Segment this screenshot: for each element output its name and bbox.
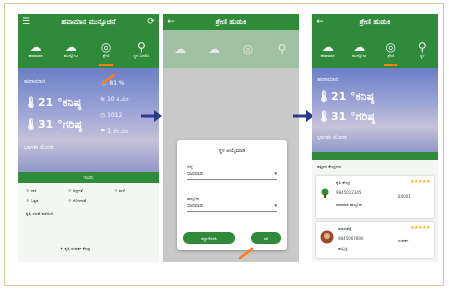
- cloud-icon: ☁: [208, 42, 220, 56]
- phone-screen-weather: ☰ ಹವಾಮಾನ ಮುನ್ಸೂಚನೆ ⟳ ☁ ಹವಾಮಾನ ☁ ಮುನ್ನೋಟ ◎ ಶ…: [18, 14, 159, 262]
- thermometer-icon: 🌡: [317, 90, 331, 103]
- list-item: ☼ ಗೋಚರತೆ: [68, 198, 87, 203]
- list-item: ☼ ಒತ್ತಡ: [26, 198, 39, 203]
- tab-forecast[interactable]: ☁ ಮುನ್ನೋಟ: [344, 30, 376, 68]
- card-sub: ಧಾರವಾಡ ತಾಲ್ಲೂಕು: [336, 202, 363, 207]
- green-divider: [312, 152, 438, 160]
- tab-label: ಸ್ಥಳ: [419, 52, 425, 58]
- phone-screen-range-results: ← ಶ್ರೇಣಿ ಹುಡುಕಿ ☁ ಹವಾಮಾನ ☁ ಮುನ್ನೋಟ ◎ ಶ್ರೇಣಿ…: [312, 14, 438, 262]
- cloud-icon: ☁: [29, 39, 42, 54]
- tab-label: ಶ್ರೇಣಿ: [102, 52, 110, 58]
- tab-label: ಮುನ್ನೋಟ: [63, 52, 79, 58]
- tab-bar: ☁ ಹವಾಮಾನ ☁ ಮುನ್ನೋಟ ◎ ಶ್ರೇಣಿ ⚲ ಸ್ಥಳ: [312, 30, 438, 68]
- cloud-icon: ☁: [64, 39, 77, 54]
- tab-label: ಶ್ರೇಣಿ: [387, 52, 394, 58]
- advice-link[interactable]: ಕೃಷಿ ಸಲಹೆ ಪಡೆಯಿರಿ: [26, 211, 53, 216]
- cloud-icon: ☁: [353, 39, 366, 54]
- app-title: ಹವಾಮಾನ ಮುನ್ಸೂಚನೆ: [61, 17, 116, 26]
- arrow-right-icon: [141, 110, 162, 122]
- arrow-right-icon: [293, 110, 314, 122]
- tab-location[interactable]: ⚲ ಸ್ಥಳ: [407, 30, 439, 68]
- center-card[interactable]: ಕೃಷಿ ಕೇಂದ್ರ 9845012345 ಧಾರವಾಡ ತಾಲ್ಲೂಕು 8…: [316, 176, 434, 218]
- target-icon: ◎: [242, 42, 254, 56]
- dialog-title: ಸ್ಥಳ ಆಯ್ಕೆಮಾಡಿ: [218, 148, 246, 154]
- tab-label: ಹವಾಮಾನ: [320, 52, 335, 58]
- stat-wind: ≋ 10 ಕಿ.ಮೀ: [100, 96, 129, 103]
- rating-stars: ★★★★★: [410, 225, 430, 231]
- temp-min: 🌡21 °ಕನಿಷ್ಠ: [24, 96, 82, 109]
- temp-min: 🌡21 °ಕನಿಷ್ಠ: [317, 90, 375, 103]
- app-header: ← ಶ್ರೇಣಿ ಹುಡುಕಿ: [312, 14, 438, 30]
- tree-icon: [321, 188, 329, 198]
- stat-rain: ☂ 1 ಸೆಂ.ಮೀ: [100, 128, 129, 135]
- target-icon: ◎: [385, 39, 396, 54]
- weather-condition: ಭಾಗಶಃ ಮೋಡ: [317, 134, 347, 141]
- menu-icon[interactable]: ☰: [18, 17, 34, 27]
- thermometer-icon: 🌡: [24, 118, 38, 131]
- tab-range[interactable]: ◎ ಶ್ರೇಣಿ: [375, 30, 407, 68]
- card-id: 84001: [398, 194, 411, 199]
- temp-max: 🌡31 °ಗರಿಷ್ಠ: [317, 110, 375, 123]
- target-icon: ◎: [100, 39, 112, 54]
- back-arrow-icon[interactable]: ←: [163, 17, 179, 27]
- thermometer-icon: 🌡: [317, 110, 331, 123]
- card-name: ಕೃಷಿ ಕೇಂದ್ರ: [336, 180, 351, 185]
- list-item: ☼ ಮಳೆ: [114, 188, 125, 193]
- phone-screen-location-dialog: ← ಶ್ರೇಣಿ ಹುಡುಕಿ ☁ ☁ ◎ ⚲ ಸ್ಥಳ ಆಯ್ಕೆಮಾಡಿ ಜ…: [163, 14, 299, 262]
- tab-label: ಸ್ಥಳ ಬದಲಿಸಿ: [133, 52, 150, 58]
- card-phone: 9845012345: [336, 190, 362, 195]
- tab-range[interactable]: ◎ ಶ್ರೇಣಿ: [89, 30, 124, 68]
- tab-change-location[interactable]: ⚲ ಸ್ಥಳ ಬದಲಿಸಿ: [124, 30, 159, 68]
- cloud-icon: ☁: [321, 39, 334, 54]
- tap-pointer-icon: [238, 247, 254, 260]
- rating-stars: ★★★★★: [410, 179, 430, 185]
- district-value: ಧಾರವಾಡ: [187, 171, 203, 177]
- stat-pressure: ◷ 1012: [100, 112, 123, 119]
- weather-condition: ಭಾಗಶಃ ಮೋಡ: [24, 144, 54, 151]
- tab-forecast[interactable]: ☁ ಮುನ್ನೋಟ: [53, 30, 88, 68]
- tab-bar: ☁ ಹವಾಮಾನ ☁ ಮುನ್ನೋಟ ◎ ಶ್ರೇಣಿ ⚲ ಸ್ಥಳ ಬದಲಿಸಿ: [18, 30, 159, 68]
- avatar: [320, 230, 334, 244]
- location-dialog: ಸ್ಥಳ ಆಯ್ಕೆಮಾಡಿ ಜಿಲ್ಲೆ ಧಾರವಾಡ ▾ ತಾಲ್ಲೂಕು ಧ…: [177, 140, 287, 250]
- taluk-field[interactable]: ತಾಲ್ಲೂಕು ಧಾರವಾಡ ▾: [187, 196, 277, 212]
- cloud-icon: ☁: [174, 42, 186, 56]
- tab-label: ಮುನ್ನೋಟ: [352, 52, 367, 58]
- weather-panel: ಹವಾಮಾನ 🌡21 °ಕನಿಷ್ಠ 🌡31 °ಗರಿಷ್ಠ ಭಾಗಶಃ ಮೋಡ…: [18, 68, 159, 172]
- weather-heading: ಹವಾಮಾನ: [24, 78, 46, 85]
- refresh-icon[interactable]: ⟳: [143, 17, 159, 27]
- temp-max: 🌡31 °ಗರಿಷ್ಠ: [24, 118, 82, 131]
- tab-label: ಹವಾಮಾನ: [28, 52, 43, 58]
- chevron-down-icon: ▾: [274, 203, 277, 209]
- tab-weather[interactable]: ☁ ಹವಾಮಾನ: [312, 30, 344, 68]
- bottom-caption: ✦ ಕೃಷಿ ಸಂಪರ್ಕ ಕೇಂದ್ರ: [60, 246, 91, 251]
- card-phone: 9845067890: [338, 236, 364, 241]
- taluk-value: ಧಾರವಾಡ: [187, 203, 203, 209]
- screen-title: ಶ್ರೇಣಿ ಹುಡುಕಿ: [215, 17, 247, 26]
- cancel-button[interactable]: ರದ್ದುಗೊಳಿಸಿ: [183, 232, 235, 244]
- tab-weather[interactable]: ☁ ಹವಾಮಾನ: [18, 30, 53, 68]
- thermometer-icon: 🌡: [24, 96, 38, 109]
- list-item: ☼ ಗಾಳಿ: [26, 188, 37, 193]
- back-arrow-icon[interactable]: ←: [312, 17, 328, 27]
- list-item: ☼ ಆರ್ದ್ರತೆ: [68, 188, 83, 193]
- district-field[interactable]: ಜಿಲ್ಲೆ ಧಾರವಾಡ ▾: [187, 164, 277, 180]
- ok-button[interactable]: ಸರಿ: [251, 232, 281, 244]
- tap-pointer-icon: [100, 73, 116, 86]
- weather-heading: ಹವಾಮಾನ: [317, 76, 339, 83]
- card-name: ಮಾರುಕಟ್ಟೆ: [338, 226, 352, 231]
- location-pin-icon: ⚲: [136, 39, 146, 54]
- app-header: ← ಶ್ರೇಣಿ ಹುಡುಕಿ: [163, 14, 299, 30]
- center-card[interactable]: ಮಾರುಕಟ್ಟೆ 9845067890 ಹುಬ್ಬಳ್ಳಿ ಸಂಪರ್ಕ ★★…: [316, 222, 434, 258]
- card-sub: ಹುಬ್ಬಳ್ಳಿ: [338, 246, 348, 251]
- app-header: ☰ ಹವಾಮಾನ ಮುನ್ಸೂಚನೆ ⟳: [18, 14, 159, 30]
- section-label: ಹತ್ತಿರದ ಕೇಂದ್ರಗಳು: [317, 164, 342, 169]
- weather-panel: ಹವಾಮಾನ 🌡21 °ಕನಿಷ್ಠ 🌡31 °ಗರಿಷ್ಠ ಭಾಗಶಃ ಮೋಡ: [312, 68, 438, 152]
- location-pin-icon: ⚲: [417, 39, 427, 54]
- card-id: ಸಂಪರ್ಕ: [398, 238, 409, 243]
- screen-title: ಶ್ರೇಣಿ ಹುಡುಕಿ: [359, 17, 391, 26]
- chevron-down-icon: ▾: [274, 171, 277, 177]
- location-pin-icon: ⚲: [277, 42, 287, 56]
- tab-bar-dimmed: ☁ ☁ ◎ ⚲: [163, 30, 299, 68]
- today-bar: ಇಂದು: [18, 172, 159, 183]
